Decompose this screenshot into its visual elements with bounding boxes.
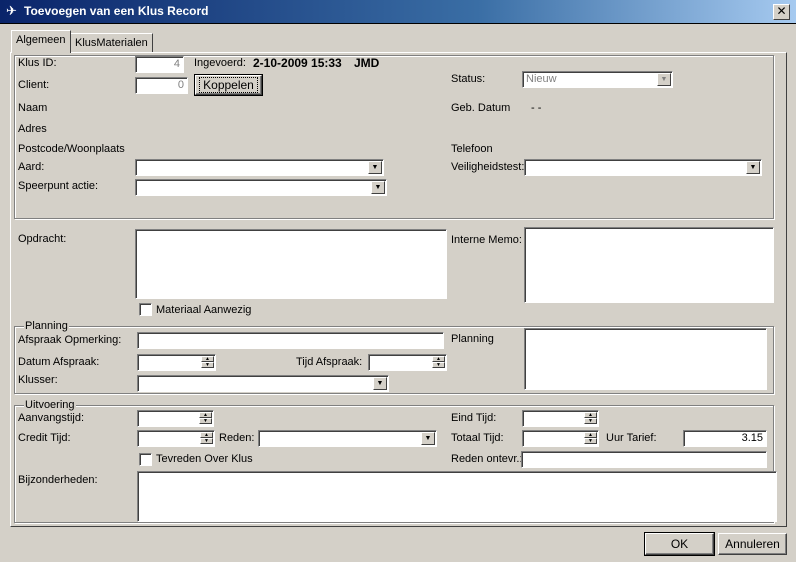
ok-button[interactable]: OK (644, 532, 715, 556)
app-icon: ✈ (6, 3, 17, 18)
annuleren-button[interactable]: Annuleren (718, 533, 787, 555)
close-button[interactable]: ✕ (773, 4, 790, 20)
tab-panel-algemeen (10, 52, 787, 527)
title-bar[interactable]: ✈ Toevoegen van een Klus Record ✕ (0, 0, 796, 24)
tab-algemeen[interactable]: Algemeen (11, 30, 71, 53)
tab-klusmaterialen[interactable]: KlusMaterialen (70, 33, 153, 53)
window-title: Toevoegen van een Klus Record (24, 4, 209, 18)
